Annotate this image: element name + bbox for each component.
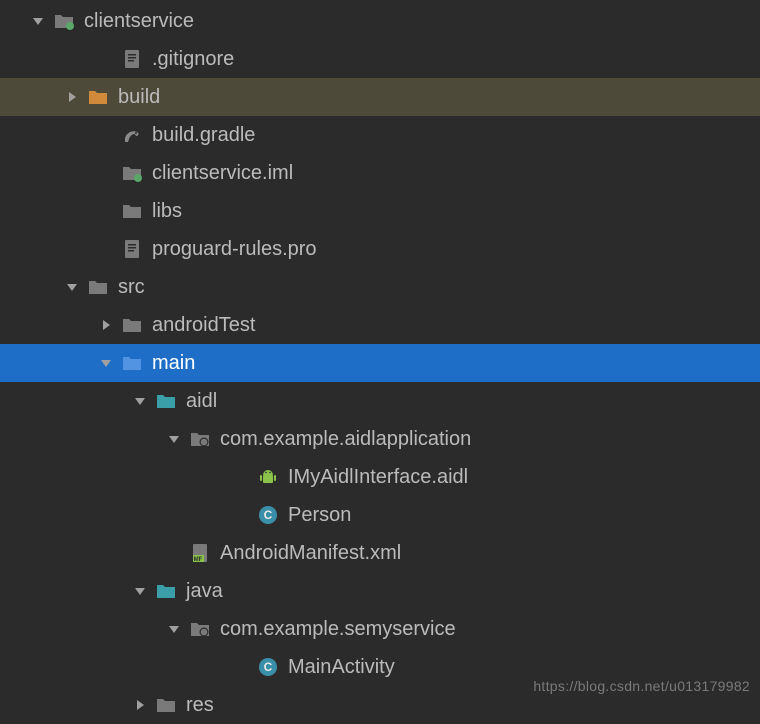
tree-item-label: build.gradle — [152, 124, 255, 147]
expand-arrow-icon[interactable] — [96, 315, 116, 335]
tree-item-label: androidTest — [152, 314, 255, 337]
tree-row[interactable]: build — [0, 78, 760, 116]
tree-row[interactable]: clientservice.iml — [0, 154, 760, 192]
arrow-placeholder — [232, 657, 252, 677]
tree-item-label: Person — [288, 504, 351, 527]
tree-row[interactable]: IMyAidlInterface.aidl — [0, 458, 760, 496]
tree-item-label: .gitignore — [152, 48, 234, 71]
expand-arrow-icon[interactable] — [28, 11, 48, 31]
tree-row[interactable]: C Person — [0, 496, 760, 534]
arrow-placeholder — [232, 505, 252, 525]
arrow-placeholder — [164, 543, 184, 563]
folder-blue-icon — [120, 351, 144, 375]
tree-item-label: MainActivity — [288, 656, 395, 679]
folder-gray-icon — [120, 199, 144, 223]
tree-row[interactable]: androidTest — [0, 306, 760, 344]
class-icon: C — [256, 503, 280, 527]
tree-row[interactable]: MF AndroidManifest.xml — [0, 534, 760, 572]
expand-arrow-icon[interactable] — [164, 429, 184, 449]
tree-item-label: com.example.aidlapplication — [220, 428, 471, 451]
tree-item-label: IMyAidlInterface.aidl — [288, 466, 468, 489]
arrow-placeholder — [96, 201, 116, 221]
tree-row[interactable]: com.example.semyservice — [0, 610, 760, 648]
arrow-placeholder — [96, 163, 116, 183]
file-text-icon — [120, 47, 144, 71]
project-tree: clientservice .gitignore build build.gradle… — [0, 0, 760, 724]
folder-gray-icon — [120, 313, 144, 337]
svg-text:MF: MF — [194, 557, 203, 563]
folder-teal-icon — [154, 579, 178, 603]
file-text-icon — [120, 237, 144, 261]
tree-item-label: com.example.semyservice — [220, 618, 456, 641]
tree-row[interactable]: build.gradle — [0, 116, 760, 154]
tree-item-label: build — [118, 86, 160, 109]
expand-arrow-icon[interactable] — [164, 619, 184, 639]
tree-item-label: libs — [152, 200, 182, 223]
folder-teal-icon — [154, 389, 178, 413]
android-icon — [256, 465, 280, 489]
manifest-icon: MF — [188, 541, 212, 565]
class-icon: C — [256, 655, 280, 679]
tree-row[interactable]: .gitignore — [0, 40, 760, 78]
expand-arrow-icon[interactable] — [62, 277, 82, 297]
tree-item-label: proguard-rules.pro — [152, 238, 317, 261]
folder-orange-icon — [86, 85, 110, 109]
folder-gray-icon — [86, 275, 110, 299]
folder-module-icon — [52, 9, 76, 33]
tree-item-label: aidl — [186, 390, 217, 413]
folder-gray-icon — [154, 693, 178, 717]
expand-arrow-icon[interactable] — [96, 353, 116, 373]
tree-row[interactable]: aidl — [0, 382, 760, 420]
svg-text:C: C — [264, 660, 273, 674]
arrow-placeholder — [96, 49, 116, 69]
tree-row[interactable]: com.example.aidlapplication — [0, 420, 760, 458]
watermark-text: https://blog.csdn.net/u013179982 — [533, 678, 750, 694]
arrow-placeholder — [96, 125, 116, 145]
tree-item-label: clientservice — [84, 10, 194, 33]
arrow-placeholder — [96, 239, 116, 259]
expand-arrow-icon[interactable] — [62, 87, 82, 107]
tree-row[interactable]: proguard-rules.pro — [0, 230, 760, 268]
tree-item-label: java — [186, 580, 223, 603]
tree-item-label: res — [186, 694, 214, 717]
tree-item-label: src — [118, 276, 145, 299]
tree-item-label: AndroidManifest.xml — [220, 542, 401, 565]
expand-arrow-icon[interactable] — [130, 581, 150, 601]
tree-row[interactable]: main — [0, 344, 760, 382]
expand-arrow-icon[interactable] — [130, 391, 150, 411]
tree-row[interactable]: libs — [0, 192, 760, 230]
tree-row[interactable]: src — [0, 268, 760, 306]
svg-text:C: C — [264, 508, 273, 522]
package-icon — [188, 617, 212, 641]
tree-item-label: clientservice.iml — [152, 162, 293, 185]
folder-module-icon — [120, 161, 144, 185]
tree-item-label: main — [152, 352, 195, 375]
expand-arrow-icon[interactable] — [130, 695, 150, 715]
tree-row[interactable]: java — [0, 572, 760, 610]
gradle-icon — [120, 123, 144, 147]
arrow-placeholder — [232, 467, 252, 487]
package-icon — [188, 427, 212, 451]
tree-row[interactable]: clientservice — [0, 2, 760, 40]
